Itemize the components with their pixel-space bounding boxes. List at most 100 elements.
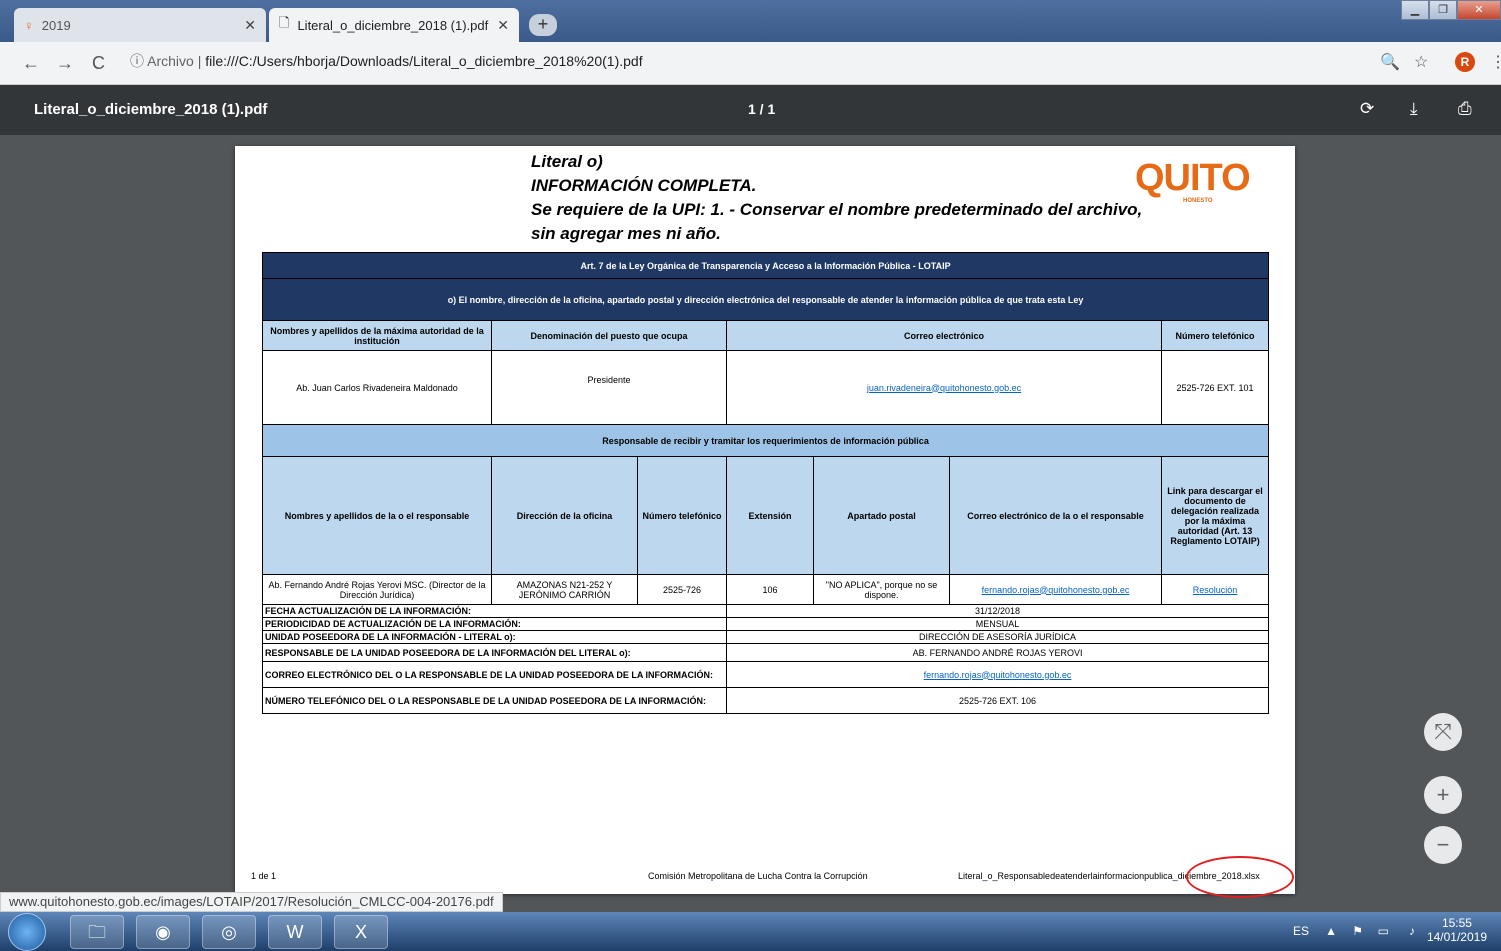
info-label: UNIDAD POSEEDORA DE LA INFORMACIÓN - LIT… — [262, 630, 727, 644]
email-cell: juan.rivadeneira@quitohonesto.gob.ec — [726, 350, 1162, 425]
close-tab-icon[interactable]: ✕ — [497, 17, 509, 34]
info-value: 31/12/2018 — [725, 604, 1270, 618]
fit-page-icon[interactable]: ⤧ — [1424, 713, 1462, 751]
zoom-icon[interactable]: 🔍 — [1380, 52, 1400, 72]
quito-honesto-logo: QUITO HONESTO — [1135, 158, 1281, 210]
logo-name: QUITO — [1135, 157, 1251, 199]
avatar[interactable]: R — [1455, 52, 1475, 72]
info-value: fernando.rojas@quitohonesto.gob.ec — [725, 661, 1270, 688]
header-cell: Extensión — [726, 456, 814, 575]
email-link[interactable]: fernando.rojas@quitohonesto.gob.ec — [982, 585, 1130, 595]
red-circle-annotation — [1186, 856, 1294, 898]
table-cell: 106 — [726, 574, 814, 605]
header-cell: Número telefónico — [1160, 320, 1270, 351]
chrome-icon[interactable]: ◎ — [202, 915, 256, 949]
table-cell: 2525-726 EXT. 101 — [1160, 350, 1270, 425]
footer-org: Comisión Metropolitana de Lucha Contra l… — [648, 871, 868, 881]
email-link[interactable]: fernando.rojas@quitohonesto.gob.ec — [924, 670, 1072, 680]
header-cell: Apartado postal — [813, 456, 950, 575]
page-indicator: 1 / 1 — [748, 101, 776, 117]
table-cell: 2525-726 — [637, 574, 727, 605]
separator: | — [197, 53, 202, 69]
email-cell: fernando.rojas@quitohonesto.gob.ec — [949, 574, 1162, 605]
table-title: Art. 7 de la Ley Orgánica de Transparenc… — [261, 252, 1270, 279]
word-icon[interactable]: W — [268, 915, 322, 949]
language-indicator[interactable]: ES — [1293, 924, 1309, 938]
star-icon[interactable]: ☆ — [1414, 52, 1428, 72]
security-label: Archivo — [147, 53, 194, 69]
info-label: FECHA ACTUALIZACIÓN DE LA INFORMACIÓN: — [262, 604, 727, 618]
tab-label: Literal_o_diciembre_2018 (1).pdf — [297, 17, 489, 33]
taskbar: 🗀 ◉ ◎ W X ES ▲ ⚑ ▭ ♪ 15:55 14/01/2019 — [0, 912, 1501, 951]
header-cell: Dirección de la oficina — [491, 456, 638, 575]
info-icon: ⓘ — [130, 53, 144, 69]
header-cell: Nombres y apellidos de la o el responsab… — [262, 456, 492, 575]
pdf-page: Literal o) INFORMACIÓN COMPLETA. Se requ… — [235, 146, 1295, 898]
user-icon: ♀ — [24, 17, 34, 33]
table-cell: "NO APLICA", porque no se dispone. — [813, 574, 950, 605]
zoom-in-icon[interactable]: + — [1424, 776, 1462, 814]
email-link[interactable]: juan.rivadeneira@quitohonesto.gob.ec — [867, 383, 1021, 393]
responsible-title: Responsable de recibir y tramitar los re… — [261, 424, 1270, 457]
info-value: MENSUAL — [725, 617, 1270, 631]
tab-bar: ♀ 2019 ✕ 🗋 Literal_o_diciembre_2018 (1).… — [0, 0, 1501, 42]
network-icon[interactable]: ▭ — [1378, 924, 1389, 938]
tab-pdf[interactable]: 🗋 Literal_o_diciembre_2018 (1).pdf ✕ — [269, 8, 519, 42]
flag-icon[interactable]: ⚑ — [1352, 924, 1363, 938]
heading-line: INFORMACIÓN COMPLETA. — [531, 176, 757, 195]
url-text: file:///C:/Users/hborja/Downloads/Litera… — [205, 53, 643, 69]
info-label: RESPONSABLE DE LA UNIDAD POSEEDORA DE LA… — [262, 643, 727, 662]
header-cell: Denominación del puesto que ocupa — [491, 320, 727, 351]
maximize-button[interactable]: ❐ — [1429, 0, 1457, 20]
url-field[interactable]: ⓘ Archivo | file:///C:/Users/hborja/Down… — [130, 51, 643, 71]
table-cell: Ab. Fernando André Rojas Yerovi MSC. (Di… — [262, 574, 492, 605]
info-label: CORREO ELECTRÓNICO DEL O LA RESPONSABLE … — [262, 661, 727, 688]
new-tab-button[interactable]: + — [529, 14, 557, 36]
resolucion-link[interactable]: Resolución — [1193, 585, 1238, 595]
table-cell: Ab. Juan Carlos Rivadeneira Maldonado — [262, 350, 492, 425]
info-value: AB. FERNANDO ANDRÉ ROJAS YEROVI — [725, 643, 1270, 662]
info-label: PERIODICIDAD DE ACTUALIZACIÓN DE LA INFO… — [262, 617, 727, 631]
show-hidden-icons[interactable]: ▲ — [1325, 924, 1337, 938]
table-subtitle: o) El nombre, dirección de la oficina, a… — [261, 278, 1270, 321]
clock[interactable]: 15:55 14/01/2019 — [1427, 916, 1487, 944]
header-cell: Correo electrónico de la o el responsabl… — [949, 456, 1162, 575]
excel-icon[interactable]: X — [334, 915, 388, 949]
close-window-button[interactable]: ✕ — [1457, 0, 1501, 20]
lotaip-table: Art. 7 de la Ley Orgánica de Transparenc… — [261, 252, 1270, 714]
table-cell: AMAZONAS N21-252 Y JERÓNIMO CARRIÓN — [491, 574, 638, 605]
tab-label: 2019 — [41, 17, 71, 33]
minimize-button[interactable]: ▁ — [1401, 0, 1429, 20]
document-icon: 🗋 — [279, 15, 290, 30]
status-url: www.quitohonesto.gob.ec/images/LOTAIP/20… — [0, 892, 503, 912]
rotate-icon[interactable]: ⟳ — [1360, 99, 1374, 119]
heading-line: Se requiere de la UPI: 1. - Conservar el… — [531, 200, 1143, 219]
menu-icon[interactable]: ⋮ — [1490, 52, 1501, 72]
heading-line: sin agregar mes ni año. — [531, 224, 721, 243]
print-icon[interactable]: ⎙ — [1458, 99, 1472, 119]
address-bar: ← → C ⓘ Archivo | file:///C:/Users/hborj… — [0, 42, 1501, 85]
header-cell: Correo electrónico — [726, 320, 1162, 351]
firefox-icon[interactable]: ◉ — [136, 915, 190, 949]
zoom-out-icon[interactable]: − — [1424, 826, 1462, 864]
download-icon[interactable]: ⤓ — [1410, 99, 1418, 119]
header-cell: Nombres y apellidos de la máxima autorid… — [262, 320, 492, 351]
window-controls: ▁ ❐ ✕ — [1401, 0, 1501, 20]
tab-2019[interactable]: ♀ 2019 ✕ — [14, 8, 266, 42]
info-value: DIRECCIÓN DE ASESORÍA JURÍDICA — [725, 630, 1270, 644]
document-heading: Literal o) INFORMACIÓN COMPLETA. Se requ… — [531, 150, 1181, 246]
start-button[interactable] — [8, 913, 46, 951]
back-arrow-icon[interactable]: ← — [22, 53, 40, 74]
forward-arrow-icon[interactable]: → — [56, 53, 74, 74]
pdf-title: Literal_o_diciembre_2018 (1).pdf — [34, 101, 268, 118]
link-cell: Resolución — [1160, 574, 1270, 605]
header-cell: Link para descargar el documento de dele… — [1160, 456, 1270, 575]
close-tab-icon[interactable]: ✕ — [244, 17, 256, 34]
footer-page: 1 de 1 — [251, 871, 277, 881]
reload-icon[interactable]: C — [92, 53, 105, 74]
volume-icon[interactable]: ♪ — [1409, 924, 1415, 938]
info-label: NÚMERO TELEFÓNICO DEL O LA RESPONSABLE D… — [262, 687, 727, 714]
heading-line: Literal o) — [531, 152, 603, 171]
table-cell: Presidente — [491, 350, 727, 425]
file-explorer-icon[interactable]: 🗀 — [70, 915, 124, 949]
